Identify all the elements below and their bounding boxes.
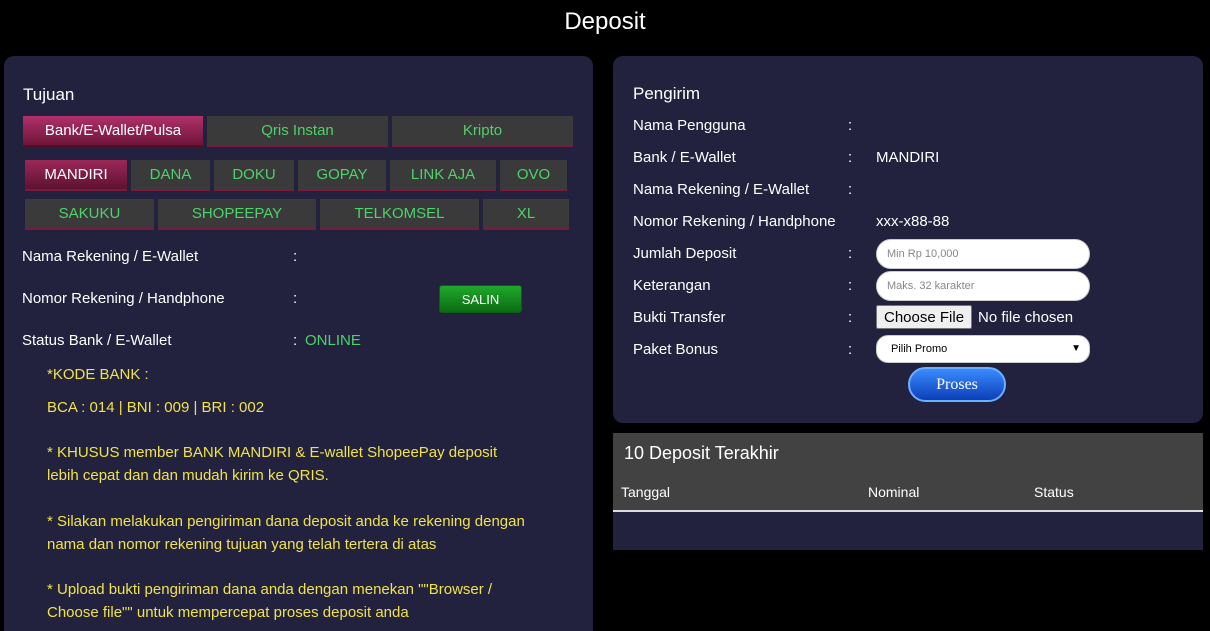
bank-option-ovo[interactable]: OVO	[500, 160, 567, 191]
kode-bank-values: BCA : 014 | BNI : 009 | BRI : 002	[47, 399, 265, 416]
note-mandiri-shopeepay: * KHUSUS member BANK MANDIRI & E-wallet …	[47, 444, 498, 484]
nomor-rekening-pengirim-label: Nomor Rekening / Handphone	[633, 213, 836, 230]
bank-options-row-2: SAKUKU SHOPEEPAY TELKOMSEL XL	[25, 199, 569, 230]
status-online-value: ONLINE	[305, 332, 361, 349]
salin-button[interactable]: SALIN	[439, 285, 522, 313]
nama-pengguna-label: Nama Pengguna	[633, 117, 746, 134]
nama-rekening-pengirim-label: Nama Rekening / E-Wallet	[633, 181, 810, 198]
colon: :	[848, 181, 853, 198]
column-header-tanggal: Tanggal	[621, 484, 671, 500]
pengirim-heading: Pengirim	[633, 84, 701, 103]
tujuan-heading: Tujuan	[23, 85, 75, 104]
bukti-transfer-label: Bukti Transfer	[633, 309, 726, 326]
bank-option-doku[interactable]: DOKU	[214, 160, 294, 191]
note-pengiriman: * Silakan melakukan pengiriman dana depo…	[47, 513, 525, 553]
tab-qris-instan[interactable]: Qris Instan	[207, 116, 388, 147]
bukti-transfer-row: Bukti Transfer : Choose File No file cho…	[633, 303, 1193, 333]
jumlah-deposit-label: Jumlah Deposit	[633, 245, 737, 262]
paket-bonus-row: Paket Bonus : Pilih Promo ▼	[633, 335, 1193, 365]
column-header-status: Status	[1034, 484, 1074, 500]
bank-option-mandiri[interactable]: MANDIRI	[25, 160, 127, 191]
paket-bonus-selected: Pilih Promo	[891, 343, 948, 355]
colon: :	[848, 149, 853, 166]
deposit-method-tabs: Bank/E-Wallet/Pulsa Qris Instan Kripto	[23, 116, 573, 147]
colon: :	[293, 332, 298, 349]
nama-pengguna-row: Nama Pengguna :	[633, 111, 1193, 141]
paket-bonus-select[interactable]: Pilih Promo ▼	[876, 335, 1090, 363]
choose-file-button[interactable]: Choose File	[876, 305, 973, 329]
bank-option-telkomsel[interactable]: TELKOMSEL	[320, 199, 479, 230]
keterangan-row: Keterangan :	[633, 271, 1193, 301]
proses-button[interactable]: Proses	[908, 367, 1006, 402]
history-title: 10 Deposit Terakhir	[624, 443, 779, 463]
chevron-down-icon: ▼	[1071, 343, 1081, 354]
deposit-history-panel: 10 Deposit Terakhir Tanggal Nominal Stat…	[613, 433, 1203, 550]
tab-bank-ewallet-pulsa[interactable]: Bank/E-Wallet/Pulsa	[23, 116, 203, 147]
bank-ewallet-value: MANDIRI	[876, 149, 940, 166]
bank-option-gopay[interactable]: GOPAY	[298, 160, 386, 191]
colon: :	[848, 309, 853, 326]
nomor-rekening-pengirim-row: Nomor Rekening / Handphone xxx-x88-88	[633, 207, 1193, 237]
status-bank-label: Status Bank / E-Wallet	[22, 332, 172, 349]
nama-rekening-label: Nama Rekening / E-Wallet	[22, 248, 199, 265]
pengirim-panel: Pengirim Nama Pengguna : Bank / E-Wallet…	[613, 56, 1203, 423]
keterangan-input[interactable]	[876, 271, 1090, 301]
bank-option-xl[interactable]: XL	[483, 199, 569, 230]
tab-kripto[interactable]: Kripto	[392, 116, 573, 147]
jumlah-deposit-input[interactable]	[876, 239, 1090, 269]
bank-option-dana[interactable]: DANA	[131, 160, 210, 191]
keterangan-label: Keterangan	[633, 277, 711, 294]
colon: :	[848, 277, 853, 294]
paket-bonus-label: Paket Bonus	[633, 341, 719, 358]
nomor-rekening-value: xxx-x88-88	[876, 213, 950, 230]
bank-ewallet-row: Bank / E-Wallet : MANDIRI	[633, 143, 1193, 173]
colon: :	[848, 117, 853, 134]
bank-option-sakuku[interactable]: SAKUKU	[25, 199, 154, 230]
bank-options-row-1: MANDIRI DANA DOKU GOPAY LINK AJA OVO	[25, 160, 567, 191]
file-status-text: No file chosen	[978, 308, 1074, 326]
bank-ewallet-label: Bank / E-Wallet	[633, 149, 736, 166]
colon: :	[848, 341, 853, 358]
jumlah-deposit-row: Jumlah Deposit :	[633, 239, 1193, 269]
nomor-rekening-label: Nomor Rekening / Handphone	[22, 290, 225, 307]
colon: :	[848, 245, 853, 262]
colon: :	[293, 290, 298, 307]
history-header: 10 Deposit Terakhir Tanggal Nominal Stat…	[613, 433, 1203, 512]
file-upload: Choose File No file chosen	[876, 305, 1073, 329]
note-upload-bukti: * Upload bukti pengiriman dana anda deng…	[47, 581, 493, 621]
bank-option-shopeepay[interactable]: SHOPEEPAY	[158, 199, 316, 230]
tujuan-panel: Tujuan Bank/E-Wallet/Pulsa Qris Instan K…	[4, 56, 593, 631]
colon: :	[293, 248, 298, 265]
page-title: Deposit	[564, 8, 646, 35]
column-header-nominal: Nominal	[868, 484, 920, 500]
kode-bank-title: *KODE BANK :	[47, 366, 149, 383]
bank-option-link-aja[interactable]: LINK AJA	[390, 160, 496, 191]
nama-rekening-pengirim-row: Nama Rekening / E-Wallet :	[633, 175, 1193, 205]
